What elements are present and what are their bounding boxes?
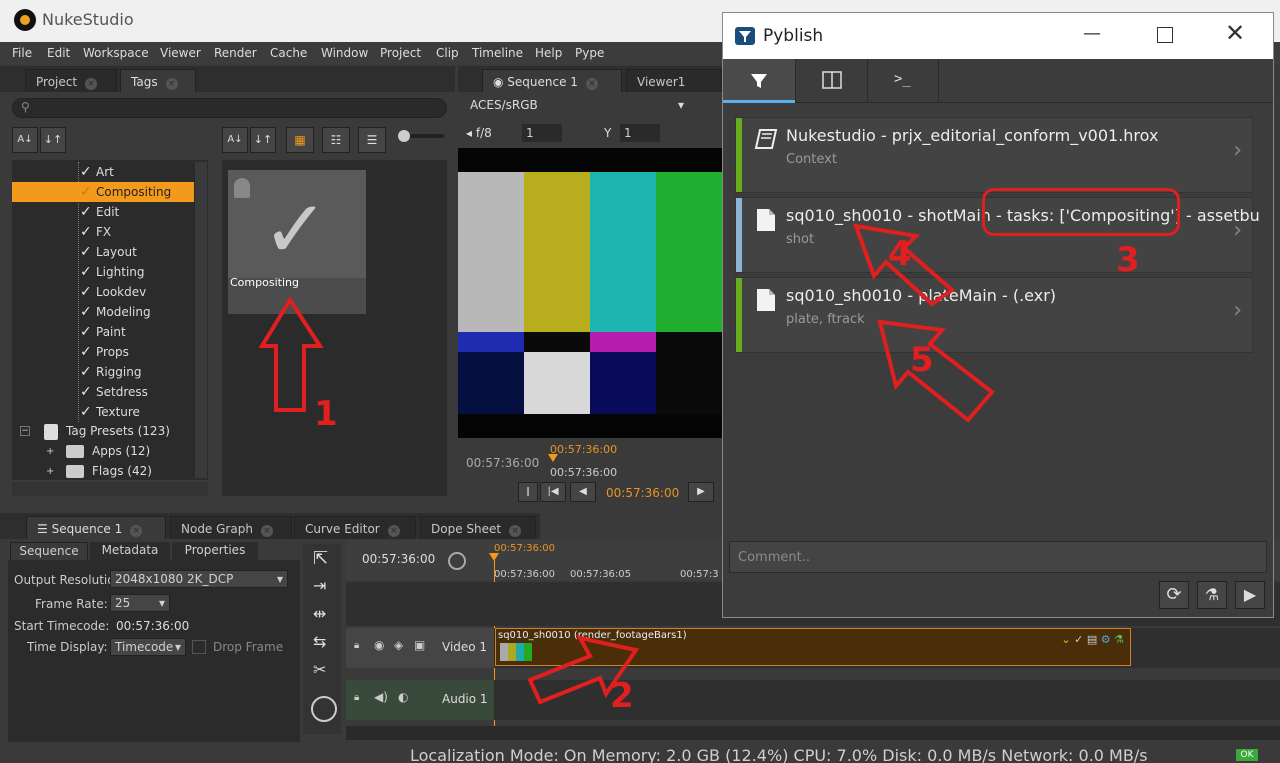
annotation-arrow-5 (877, 319, 995, 423)
annotation-overlay (258, 223, 995, 705)
annotation-box-3 (982, 188, 1180, 236)
annotation-number-1: 1 (314, 394, 338, 434)
annotation-number-5: 5 (910, 340, 934, 380)
annotation-number-2: 2 (610, 676, 634, 716)
annotation-number-4: 4 (888, 234, 912, 274)
annotation-number-3: 3 (1116, 240, 1140, 280)
annotation-arrow-1 (258, 296, 324, 412)
